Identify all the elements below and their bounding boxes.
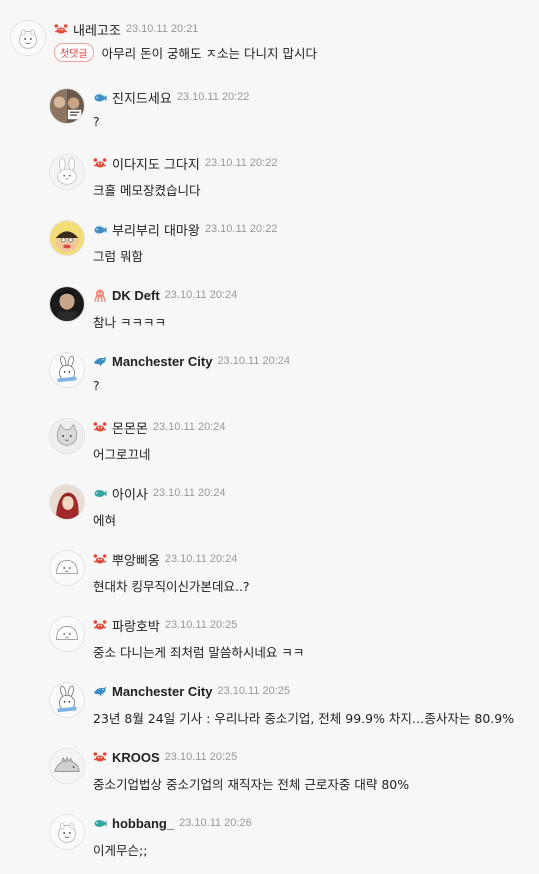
blue-fish-icon — [93, 90, 107, 104]
teal-fish-icon — [93, 486, 107, 500]
comment-time: 23.10.11 20:22 — [204, 223, 278, 235]
avatar[interactable] — [10, 20, 46, 56]
author-name[interactable]: 몬몬몬 — [112, 418, 148, 437]
crab-icon — [93, 420, 107, 434]
comment-text: 중소기업법상 중소기업의 재직자는 전체 근로자중 대략 80% — [93, 777, 410, 792]
reply-item: hobbang_ 23.10.11 20:26 이게무슨;; — [49, 814, 534, 874]
reply-item: Manchester City 23.10.11 20:25 23년 8월 24… — [49, 682, 534, 742]
crab-icon — [54, 22, 68, 36]
comment-text: 크흘 메모장켰습니다 — [93, 183, 201, 198]
avatar[interactable] — [49, 748, 85, 784]
reply-item: 몬몬몬 23.10.11 20:24 어그로끄네 — [49, 418, 534, 478]
blue-fish-icon — [93, 222, 107, 236]
octopus-icon — [93, 288, 107, 302]
comment-time: 23.10.11 20:24 — [217, 355, 291, 367]
reply-item: KROOS 23.10.11 20:25 중소기업법상 중소기업의 재직자는 전… — [49, 748, 534, 808]
reply-item: Manchester City 23.10.11 20:24 ? — [49, 352, 534, 412]
comment-time: 23.10.11 20:24 — [164, 289, 238, 301]
comment-text: 아무리 돈이 궁해도 ㅈ소는 다니지 맙시다 — [101, 46, 317, 61]
comment-text: 그럼 뭐함 — [93, 249, 143, 264]
dolphin-icon — [93, 354, 107, 368]
avatar[interactable] — [49, 418, 85, 454]
author-name[interactable]: 아이사 — [112, 484, 148, 503]
comment-time: 23.10.11 20:21 — [125, 23, 199, 35]
comment-text: 현대차 킹무직이신가본데요..? — [93, 579, 250, 594]
comment-text: 23년 8월 24일 기사 : 우리나라 중소기업, 전체 99.9% 차지…종… — [93, 711, 515, 726]
avatar[interactable] — [49, 154, 85, 190]
reply-item: 진지드세요 23.10.11 20:22 ? — [49, 88, 534, 148]
comment-time: 23.10.11 20:22 — [204, 157, 278, 169]
comment-time: 23.10.11 20:25 — [164, 751, 238, 763]
comment-time: 23.10.11 20:24 — [152, 421, 226, 433]
avatar[interactable] — [49, 88, 85, 124]
author-name[interactable]: 뿌앙삐옹 — [112, 550, 160, 569]
comment-text: 어그로끄네 — [93, 447, 151, 462]
author-name[interactable]: 부리부리 대마왕 — [112, 220, 200, 239]
comment-time: 23.10.11 20:25 — [217, 685, 291, 697]
author-name[interactable]: 파랑호박 — [112, 616, 160, 635]
author-name[interactable]: Manchester City — [112, 354, 212, 369]
comment-item: 내레고조 23.10.11 20:21 첫댓글 아무리 돈이 궁해도 ㅈ소는 다니… — [10, 20, 530, 80]
reply-item: DK Deft 23.10.11 20:24 참나 ㅋㅋㅋㅋ — [49, 286, 534, 346]
comment-text: 중소 다니는게 죄처럼 말씀하시네요 ㅋㅋ — [93, 645, 305, 660]
reply-item: 뿌앙삐옹 23.10.11 20:24 현대차 킹무직이신가본데요..? — [49, 550, 534, 610]
crab-icon — [93, 552, 107, 566]
avatar[interactable] — [49, 616, 85, 652]
comment-time: 23.10.11 20:26 — [179, 817, 252, 829]
reply-item: 아이사 23.10.11 20:24 에혀 — [49, 484, 534, 544]
author-name[interactable]: hobbang_ — [112, 816, 174, 831]
dolphin-icon — [93, 684, 107, 698]
comment-text: ? — [93, 378, 100, 393]
author-name[interactable]: 진지드세요 — [112, 88, 172, 107]
avatar[interactable] — [49, 484, 85, 520]
comment-text: ? — [93, 114, 100, 129]
author-name[interactable]: 이다지도 그다지 — [112, 154, 200, 173]
comment-time: 23.10.11 20:24 — [164, 553, 238, 565]
crab-icon — [93, 156, 107, 170]
crab-icon — [93, 618, 107, 632]
avatar[interactable] — [49, 550, 85, 586]
comment-thread: 내레고조 23.10.11 20:21 첫댓글 아무리 돈이 궁해도 ㅈ소는 다니… — [0, 0, 539, 858]
reply-item: 파랑호박 23.10.11 20:25 중소 다니는게 죄처럼 말씀하시네요 ㅋ… — [49, 616, 534, 676]
comment-time: 23.10.11 20:25 — [164, 619, 238, 631]
avatar[interactable] — [49, 814, 85, 850]
reply-item: 이다지도 그다지 23.10.11 20:22 크흘 메모장켰습니다 — [49, 154, 534, 214]
comment-body: 첫댓글 아무리 돈이 궁해도 ㅈ소는 다니지 맙시다 — [54, 43, 317, 62]
comment-text: 에혀 — [93, 513, 117, 528]
crab-icon — [93, 750, 107, 764]
avatar[interactable] — [49, 682, 85, 718]
comment-time: 23.10.11 20:22 — [176, 91, 250, 103]
author-name[interactable]: 내레고조 — [73, 20, 121, 39]
reply-item: 부리부리 대마왕 23.10.11 20:22 그럼 뭐함 — [49, 220, 534, 280]
avatar[interactable] — [49, 286, 85, 322]
comment-text: 이게무슨;; — [93, 843, 148, 858]
teal-fish-icon — [93, 816, 107, 830]
author-name[interactable]: KROOS — [112, 750, 160, 765]
author-name[interactable]: DK Deft — [112, 288, 160, 303]
comment-time: 23.10.11 20:24 — [152, 487, 226, 499]
first-comment-badge: 첫댓글 — [54, 43, 94, 62]
avatar[interactable] — [49, 220, 85, 256]
avatar[interactable] — [49, 352, 85, 388]
author-name[interactable]: Manchester City — [112, 684, 212, 699]
comment-text: 참나 ㅋㅋㅋㅋ — [93, 315, 166, 330]
